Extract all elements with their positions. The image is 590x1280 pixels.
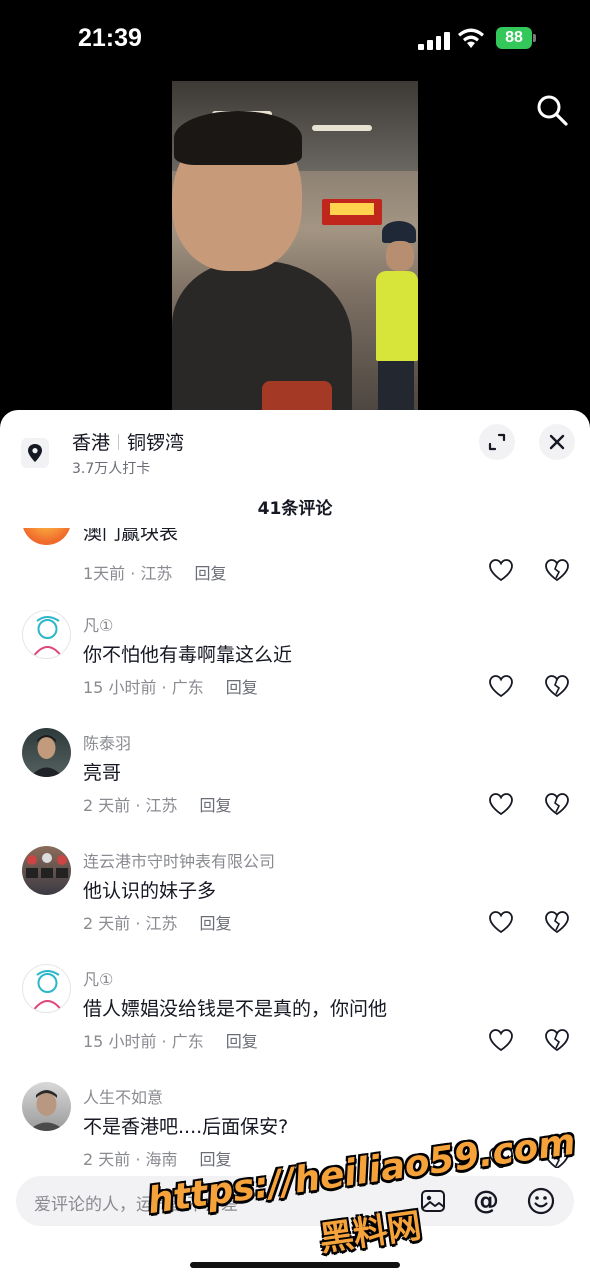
location-city: 香港 — [72, 432, 111, 454]
comment-meta: 1天前 · 江苏 回复 — [83, 560, 226, 584]
dislike-icon[interactable] — [544, 792, 570, 816]
comment-author[interactable]: 凡① — [83, 612, 113, 636]
comment-author[interactable]: 凡① — [83, 966, 113, 990]
comment-text: 澳门赢块表 — [83, 528, 179, 544]
like-icon[interactable] — [488, 674, 514, 698]
signal-icon — [418, 30, 450, 50]
like-icon[interactable] — [488, 1146, 514, 1168]
comment-item: 连云港市守时钟表有限公司 他认识的妹子多 2 天前 · 江苏 回复 — [0, 846, 590, 964]
comment-time: 15 小时前 · 广东 — [83, 678, 204, 697]
dislike-icon[interactable] — [544, 558, 570, 582]
comment-time: 1天前 · 江苏 — [83, 564, 173, 583]
image-icon[interactable] — [420, 1188, 446, 1214]
avatar[interactable] — [22, 610, 71, 659]
dislike-icon[interactable] — [544, 910, 570, 934]
comment-text: 亮哥 — [83, 762, 122, 784]
comment-item: 人生不如意 不是香港吧....后面保安? 2 天前 · 海南 回复 — [0, 1082, 590, 1168]
wifi-icon — [458, 28, 484, 48]
video-guard — [368, 221, 418, 411]
avatar[interactable] — [22, 728, 71, 777]
close-icon — [549, 434, 565, 450]
close-button[interactable] — [539, 424, 575, 460]
reply-button[interactable]: 回复 — [226, 1032, 258, 1051]
avatar[interactable] — [22, 846, 71, 895]
expand-button[interactable] — [479, 424, 515, 460]
comment-text: 借人嫖娼没给钱是不是真的，你问他 — [83, 998, 388, 1020]
comment-text: 你不怕他有毒啊靠这么近 — [83, 644, 293, 666]
reply-button[interactable]: 回复 — [200, 796, 232, 815]
emoji-icon[interactable] — [526, 1186, 556, 1216]
like-icon[interactable] — [488, 1028, 514, 1052]
location-title[interactable]: 香港 铜锣湾 — [72, 428, 184, 455]
status-bar: 21:39 88 — [0, 0, 590, 80]
comment-meta: 2 天前 · 江苏 回复 — [83, 792, 232, 816]
reply-button[interactable]: 回复 — [200, 914, 232, 933]
expand-icon — [488, 433, 506, 451]
at-icon[interactable]: @ — [471, 1186, 501, 1216]
dislike-icon[interactable] — [544, 1146, 570, 1168]
dislike-icon[interactable] — [544, 674, 570, 698]
search-icon[interactable] — [534, 92, 570, 128]
like-icon[interactable] — [488, 792, 514, 816]
reply-button[interactable]: 回复 — [200, 1150, 232, 1168]
comment-text: 他认识的妹子多 — [83, 880, 217, 902]
comment-text: 不是香港吧....后面保安? — [83, 1116, 289, 1138]
comment-input[interactable]: 爱评论的人，运气都不会差 — [34, 1190, 238, 1215]
comment-time: 15 小时前 · 广东 — [83, 1032, 204, 1051]
comment-author[interactable]: 连云港市守时钟表有限公司 — [83, 848, 275, 872]
comment-item: 凡① 借人嫖娼没给钱是不是真的，你问他 15 小时前 · 广东 回复 — [0, 964, 590, 1082]
comments-sheet: 香港 铜锣湾 3.7万人打卡 41条评论 澳门赢块表 1天前 · 江苏 回复 凡… — [0, 410, 590, 1280]
comment-time: 2 天前 · 海南 — [83, 1150, 178, 1168]
comment-meta: 2 天前 · 江苏 回复 — [83, 910, 232, 934]
comment-meta: 15 小时前 · 广东 回复 — [83, 1028, 258, 1052]
video-player[interactable] — [172, 81, 418, 411]
like-icon[interactable] — [488, 558, 514, 582]
home-indicator — [190, 1262, 400, 1268]
comments-list[interactable]: 澳门赢块表 1天前 · 江苏 回复 凡① 你不怕他有毒啊靠这么近 15 小时前 ·… — [0, 528, 590, 1168]
location-checkins: 3.7万人打卡 — [72, 461, 151, 477]
comment-item: 陈泰羽 亮哥 2 天前 · 江苏 回复 — [0, 728, 590, 846]
comment-item: 澳门赢块表 1天前 · 江苏 回复 — [0, 528, 590, 618]
dislike-icon[interactable] — [544, 1028, 570, 1052]
reply-button[interactable]: 回复 — [226, 678, 258, 697]
battery-icon: 88 — [496, 27, 536, 49]
comments-count-title: 41条评论 — [257, 499, 333, 519]
status-time: 21:39 — [78, 24, 142, 52]
location-pin-icon — [21, 438, 49, 468]
comment-author[interactable]: 人生不如意 — [83, 1084, 163, 1108]
comment-time: 2 天前 · 江苏 — [83, 914, 178, 933]
avatar[interactable] — [22, 1082, 71, 1131]
battery-level: 88 — [496, 27, 532, 49]
avatar[interactable] — [22, 964, 71, 1013]
comment-author[interactable]: 陈泰羽 — [83, 730, 131, 754]
location-district: 铜锣湾 — [127, 432, 185, 454]
comment-time: 2 天前 · 江苏 — [83, 796, 178, 815]
reply-button[interactable]: 回复 — [194, 564, 226, 583]
comment-input-bar[interactable]: 爱评论的人，运气都不会差 @ — [16, 1176, 574, 1226]
comment-meta: 2 天前 · 海南 回复 — [83, 1146, 232, 1168]
avatar[interactable] — [22, 528, 71, 545]
like-icon[interactable] — [488, 910, 514, 934]
comment-meta: 15 小时前 · 广东 回复 — [83, 674, 258, 698]
comment-item: 凡① 你不怕他有毒啊靠这么近 15 小时前 · 广东 回复 — [0, 610, 590, 728]
